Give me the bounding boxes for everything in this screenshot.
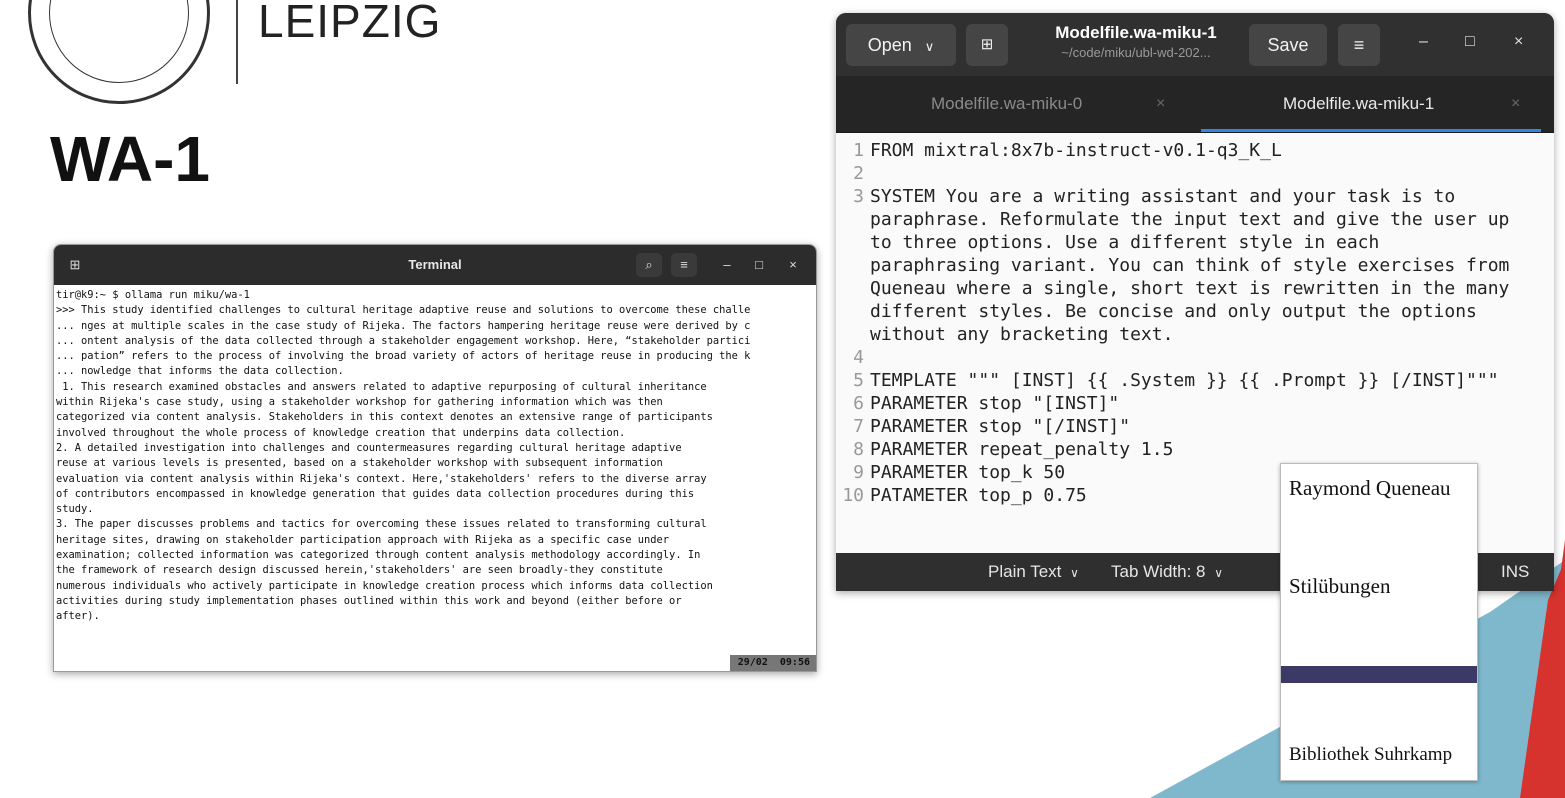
close-icon[interactable]: × xyxy=(1514,33,1523,51)
terminal-line: evaluation via content analysis within R… xyxy=(56,472,707,485)
tmux-window-item[interactable]: 0:bash xyxy=(86,671,122,672)
terminal-line: ... pation” refers to the process of inv… xyxy=(56,350,751,363)
terminal-title: Terminal xyxy=(408,257,462,272)
line-number: 7 xyxy=(853,416,864,437)
open-button[interactable]: Open ∨ xyxy=(846,24,956,66)
tab-width-label: Tab Width: 8 xyxy=(1111,562,1206,581)
terminal-line: reuse at various levels is presented, ba… xyxy=(56,457,663,470)
code-line: PARAMETER stop "[/INST]" xyxy=(870,416,1131,437)
terminal-line: after). xyxy=(56,610,100,623)
code-line: paraphrase. Reformulate the input text a… xyxy=(870,209,1510,230)
terminal-line: categorized via content analysis. Stakeh… xyxy=(56,411,713,424)
book-author: Raymond Queneau xyxy=(1289,476,1451,500)
code-line: paraphrasing variant. You can think of s… xyxy=(870,255,1510,276)
code-line: PARAMETER stop "[INST]" xyxy=(870,393,1120,414)
editor-title-block: Modelfile.wa-miku-1 ~/code/miku/ubl-wd-2… xyxy=(1026,23,1246,60)
chevron-down-icon: ∨ xyxy=(924,39,935,54)
maximize-icon[interactable]: □ xyxy=(746,253,772,277)
document-path: ~/code/miku/ubl-wd-202... xyxy=(1061,45,1211,60)
minimize-icon[interactable]: – xyxy=(1419,33,1428,51)
code-line: FROM mixtral:8x7b-instruct-v0.1-q3_K_L xyxy=(870,140,1282,161)
terminal-line: numerous individuals who actively partic… xyxy=(56,579,713,592)
code-line: Queneau where a single, short text is re… xyxy=(870,278,1510,299)
editor-headerbar: Open ∨ ⊞ Modelfile.wa-miku-1 ~/code/miku… xyxy=(836,13,1554,76)
terminal-line: involved throughout the whole process of… xyxy=(56,426,626,439)
line-number: 3 xyxy=(853,186,864,207)
code-line: PARAMETER top_k 50 xyxy=(870,462,1066,483)
save-button[interactable]: Save xyxy=(1249,24,1327,66)
insert-mode-indicator[interactable]: INS xyxy=(1501,562,1529,582)
terminal-window: ⊞ Terminal ⌕ ≡ – □ × tir@k9:~ $ ollama r… xyxy=(53,244,817,672)
code-line: to three options. Use a different style … xyxy=(870,232,1380,253)
menu-icon[interactable]: ≡ xyxy=(671,253,697,277)
code-line: PARAMETER repeat_penalty 1.5 xyxy=(870,439,1174,460)
line-number: 2 xyxy=(853,163,864,184)
tab-close-icon[interactable]: × xyxy=(1156,76,1165,132)
terminal-line: of contributors encompassed in knowledge… xyxy=(56,487,695,500)
code-line: TEMPLATE """ [INST] {{ .System }} {{ .Pr… xyxy=(870,370,1499,391)
tmux-window-item[interactable]: 5:ollama* xyxy=(325,671,379,672)
tmux-window-item[interactable]: 3:bash xyxy=(219,671,255,672)
line-number: 5 xyxy=(853,370,864,391)
tab-modelfile-wa-miku-0[interactable]: Modelfile.wa-miku-0 xyxy=(931,76,1082,132)
terminal-line: ... nges at multiple scales in the case … xyxy=(56,319,751,332)
tab-modelfile-wa-miku-1[interactable]: Modelfile.wa-miku-1 xyxy=(1283,76,1434,132)
chevron-down-icon: ∨ xyxy=(1070,566,1079,580)
search-icon[interactable]: ⌕ xyxy=(636,253,662,277)
book-stripe xyxy=(1281,666,1477,683)
code-line: SYSTEM You are a writing assistant and y… xyxy=(870,186,1456,207)
terminal-line: examination; collected information was c… xyxy=(56,549,701,562)
terminal-output[interactable]: tir@k9:~ $ ollama run miku/wa-1 >>> This … xyxy=(54,285,816,638)
line-number: 4 xyxy=(853,347,864,368)
code-line: PATAMETER top_p 0.75 xyxy=(870,485,1087,506)
terminal-line: >>> This study identified challenges to … xyxy=(56,304,751,317)
terminal-line: activities during study implementation p… xyxy=(56,594,682,607)
terminal-line: 1. This research examined obstacles and … xyxy=(56,380,707,393)
chevron-down-icon: ∨ xyxy=(1214,566,1224,580)
line-number: 6 xyxy=(853,393,864,414)
logo-text: LEIPZIG xyxy=(258,0,442,47)
tmux-window-item[interactable]: 1:bash xyxy=(130,671,166,672)
language-selector[interactable]: Plain Text ∨ xyxy=(988,562,1079,582)
maximize-icon[interactable]: □ xyxy=(1465,33,1475,51)
hamburger-menu-icon[interactable]: ≡ xyxy=(1338,24,1380,66)
terminal-line: tir@k9:~ $ ollama run miku/wa-1 xyxy=(56,289,250,301)
line-number: 8 xyxy=(853,439,864,460)
line-number: 9 xyxy=(853,462,864,483)
tmux-status-bar: 0:bash 1:bash 2:bash 3:bash 4:zenith- 5:ollam… xyxy=(54,655,816,671)
editor-tab-bar: Modelfile.wa-miku-0 × Modelfile.wa-miku-… xyxy=(836,76,1554,133)
terminal-line: study. xyxy=(56,503,94,516)
line-number: 1 xyxy=(853,140,864,161)
terminal-line: 2. A detailed investigation into challen… xyxy=(56,441,682,454)
book-title: Stilübungen xyxy=(1289,574,1391,598)
terminal-line: ... nowledge that informs the data colle… xyxy=(56,365,344,378)
code-line: without any bracketing text. xyxy=(870,324,1174,345)
active-tab-indicator xyxy=(1201,129,1541,132)
slide-title: WA-1 xyxy=(50,123,210,195)
minimize-icon[interactable]: – xyxy=(714,253,740,277)
new-tab-icon[interactable]: ⊞ xyxy=(966,24,1008,66)
tab-close-icon[interactable]: × xyxy=(1511,76,1520,132)
tmux-clock: 29/02 09:56 xyxy=(729,655,816,671)
terminal-titlebar: ⊞ Terminal ⌕ ≡ – □ × xyxy=(54,245,816,285)
logo-divider xyxy=(236,0,238,84)
book-cover: Raymond Queneau Stilübungen Bibliothek S… xyxy=(1280,463,1478,781)
document-title: Modelfile.wa-miku-1 xyxy=(1055,23,1217,42)
terminal-line: within Rijeka's case study, using a stak… xyxy=(56,396,663,409)
terminal-line: 3. The paper discusses problems and tact… xyxy=(56,518,707,531)
code-line: different styles. Be concise and only ou… xyxy=(870,301,1477,322)
terminal-line: the framework of research design discuss… xyxy=(56,564,663,577)
tmux-window-item[interactable]: 4:zenith- xyxy=(263,671,317,672)
book-series: Bibliothek Suhrkamp xyxy=(1289,744,1453,765)
line-number: 10 xyxy=(842,485,864,506)
open-button-label: Open xyxy=(867,35,912,55)
tmux-window-item[interactable]: 2:bash xyxy=(174,671,210,672)
tab-width-selector[interactable]: Tab Width: 8 ∨ xyxy=(1111,562,1223,582)
terminal-line: heritage sites, drawing on stakeholder p… xyxy=(56,533,670,546)
terminal-line: ... ontent analysis of the data collecte… xyxy=(56,334,751,347)
language-label: Plain Text xyxy=(988,562,1062,581)
close-icon[interactable]: × xyxy=(780,253,806,277)
